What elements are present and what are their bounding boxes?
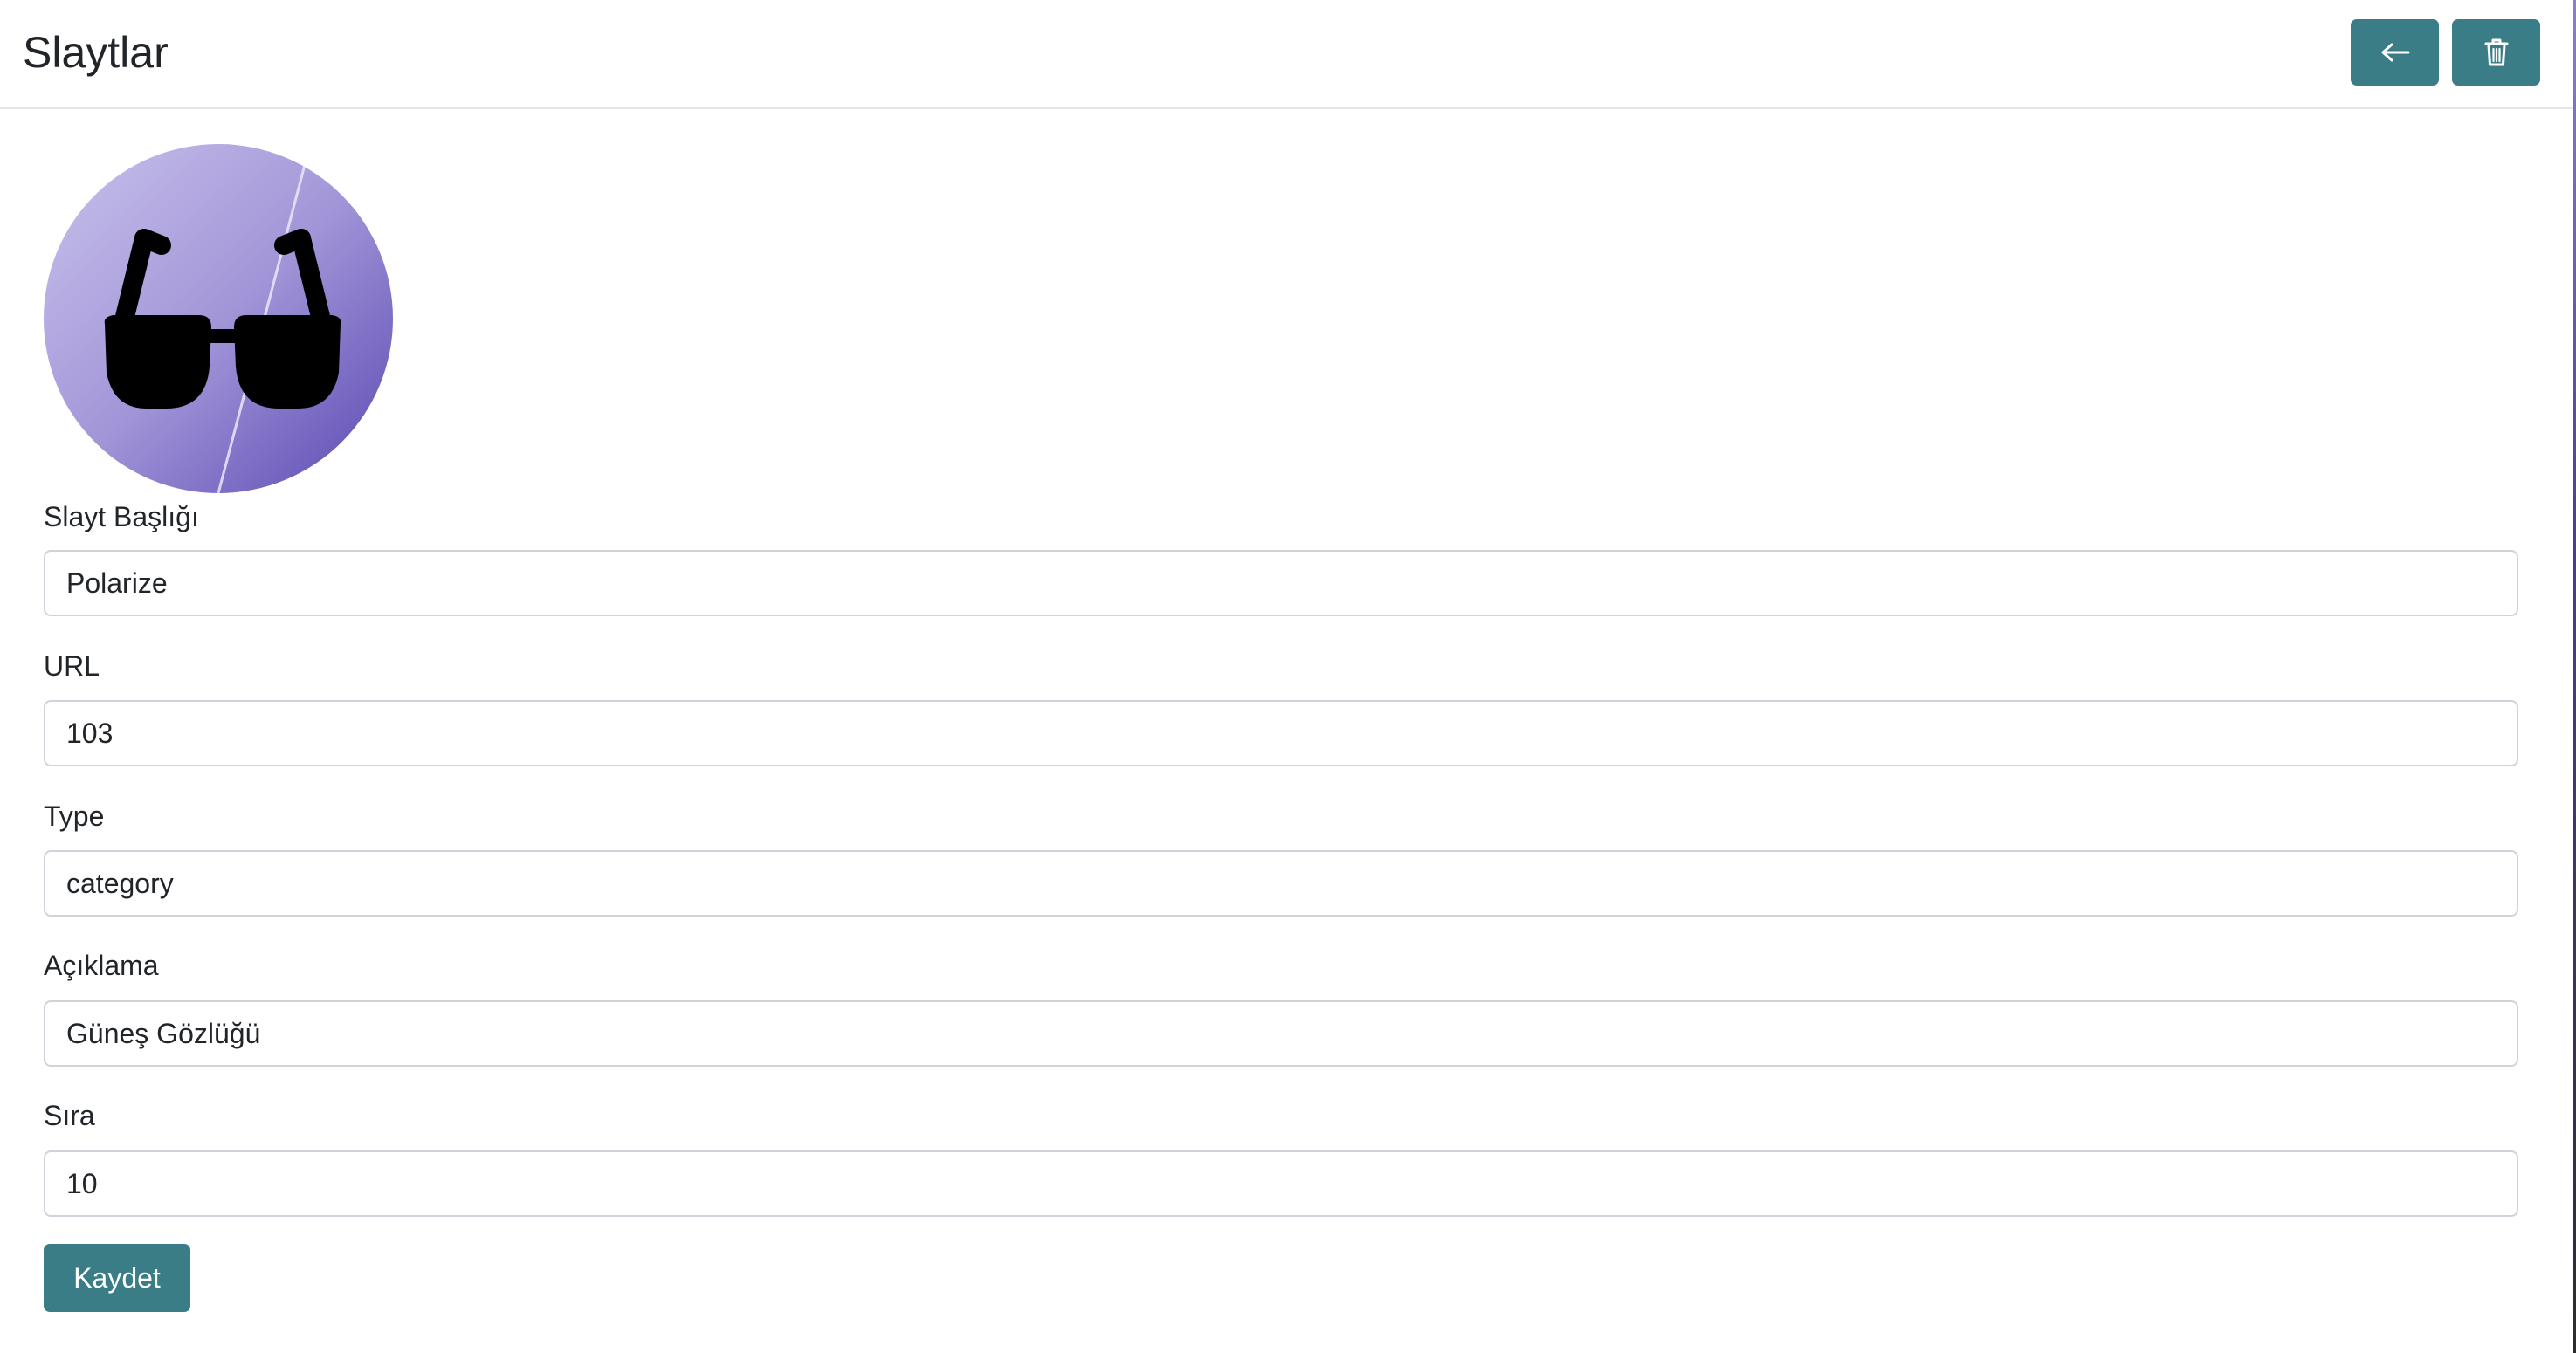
back-button[interactable]	[2351, 19, 2439, 86]
trash-icon	[2484, 38, 2508, 66]
page-title: Slaytlar	[23, 28, 169, 77]
slide-image	[44, 144, 393, 493]
field-label-type: Type	[44, 800, 105, 832]
field-label-url: URL	[44, 650, 100, 682]
sunglasses-icon	[44, 144, 393, 493]
page-header: Slaytlar	[0, 0, 2573, 109]
save-button[interactable]: Kaydet	[44, 1244, 190, 1312]
arrow-left-icon	[2381, 43, 2409, 62]
title-input[interactable]: Polarize	[44, 550, 2518, 616]
slide-edit-page: Slaytlar Slayt Başlığı Polarize URL 103 …	[0, 0, 2576, 1353]
description-input[interactable]: Güneş Gözlüğü	[44, 1000, 2518, 1067]
delete-button[interactable]	[2452, 19, 2540, 86]
type-input[interactable]: category	[44, 850, 2518, 917]
field-label-title: Slayt Başlığı	[44, 501, 199, 532]
field-label-order: Sıra	[44, 1100, 95, 1131]
order-input[interactable]: 10	[44, 1150, 2518, 1217]
url-input[interactable]: 103	[44, 700, 2518, 766]
field-label-description: Açıklama	[44, 950, 159, 981]
